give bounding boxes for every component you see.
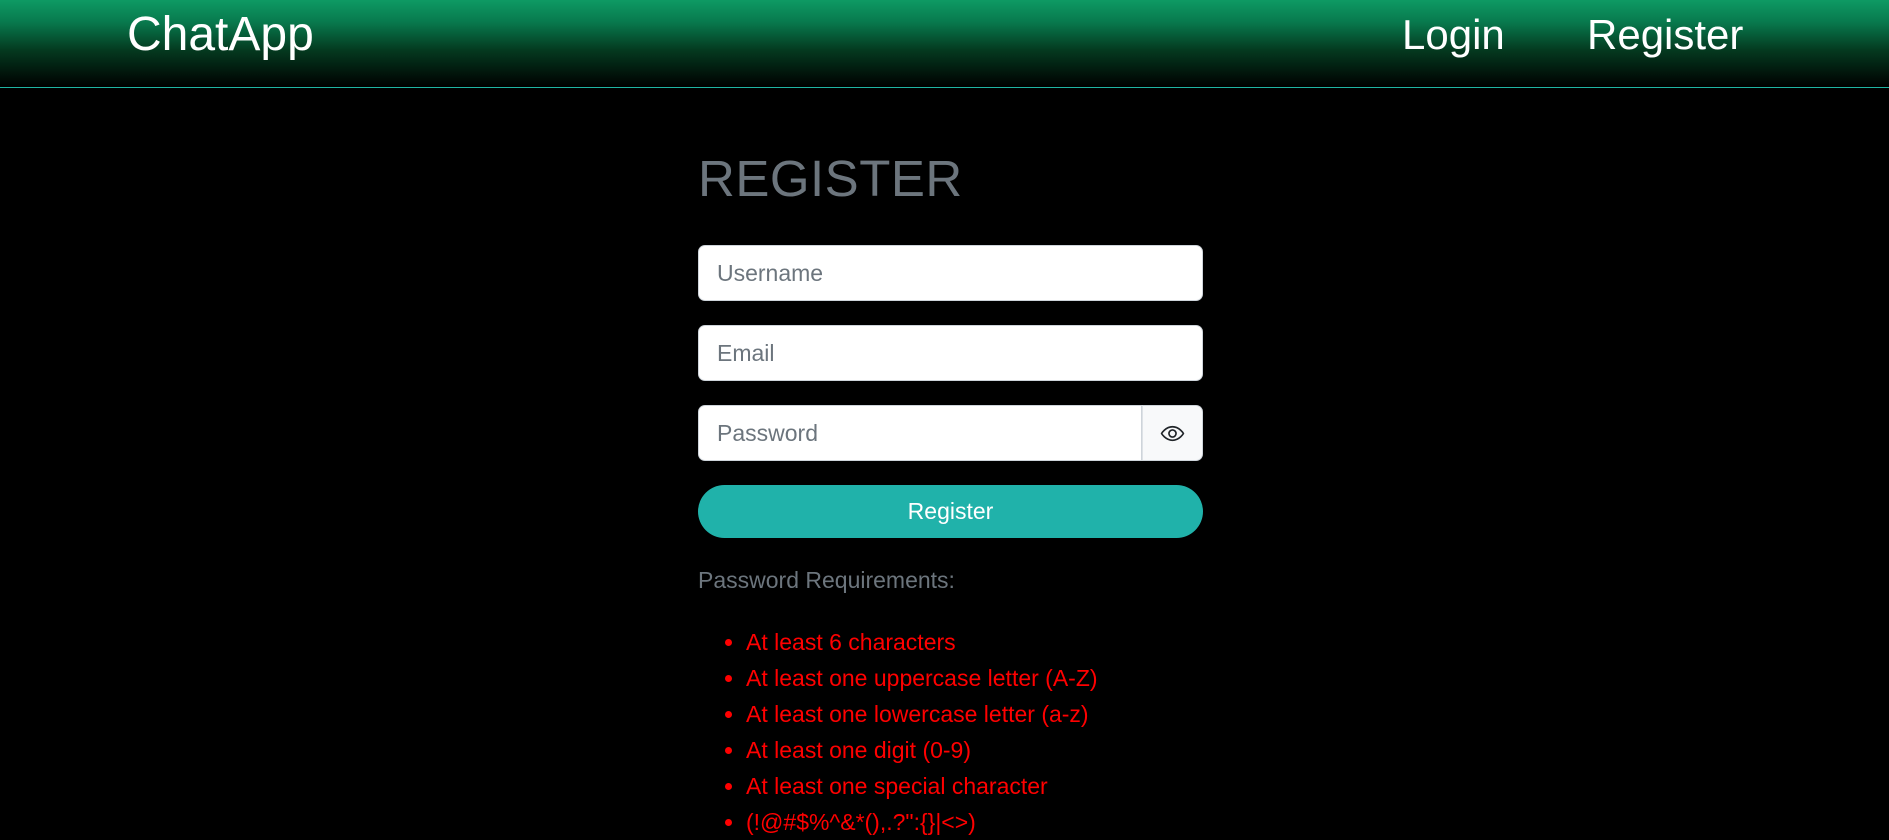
register-submit-button[interactable]: Register bbox=[698, 485, 1203, 538]
page-title: REGISTER bbox=[698, 150, 963, 207]
requirement-special-char-list: (!@#$%^&*(),.?":{}|<>) bbox=[746, 804, 1216, 840]
register-form: REGISTER Register Password Requirements:… bbox=[698, 146, 1203, 835]
nav-login-link[interactable]: Login bbox=[1402, 11, 1505, 59]
requirement-min-length: At least 6 characters bbox=[746, 624, 1216, 660]
requirement-digit: At least one digit (0-9) bbox=[746, 732, 1216, 768]
requirement-special-char: At least one special character bbox=[746, 768, 1216, 804]
password-input[interactable] bbox=[698, 405, 1142, 461]
navbar: ChatApp Login Register bbox=[0, 0, 1889, 88]
email-input[interactable] bbox=[698, 325, 1203, 381]
toggle-password-visibility-button[interactable] bbox=[1142, 405, 1203, 461]
nav-register-link[interactable]: Register bbox=[1587, 11, 1743, 59]
password-requirements-title: Password Requirements: bbox=[698, 567, 955, 593]
username-input[interactable] bbox=[698, 245, 1203, 301]
requirement-lowercase: At least one lowercase letter (a-z) bbox=[746, 696, 1216, 732]
requirement-uppercase: At least one uppercase letter (A-Z) bbox=[746, 660, 1216, 696]
eye-icon bbox=[1160, 425, 1185, 441]
password-input-group bbox=[698, 405, 1203, 461]
password-requirements-list: At least 6 characters At least one upper… bbox=[746, 624, 1216, 840]
brand-logo-link[interactable]: ChatApp bbox=[127, 9, 314, 61]
